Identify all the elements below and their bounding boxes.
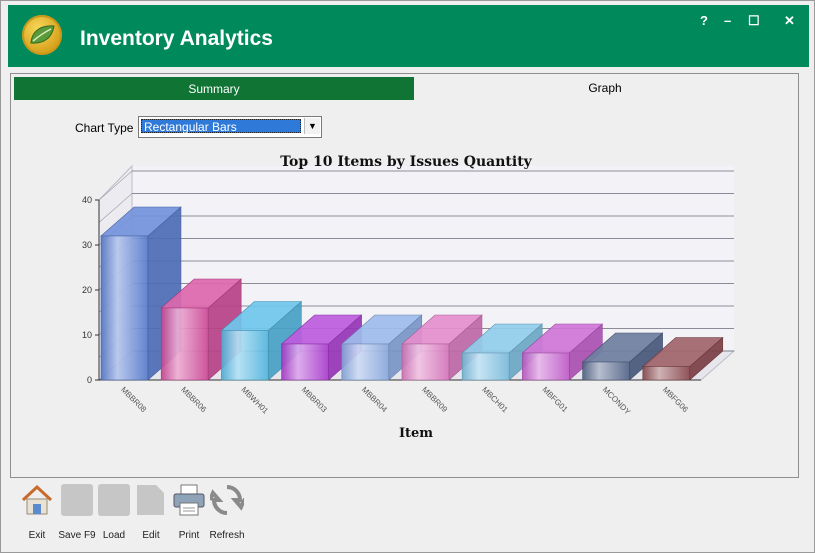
print-label: Print [178,530,200,541]
help-button[interactable]: ? [700,13,708,28]
title-bar: Inventory Analytics ? – ☐ ✕ [8,5,809,67]
x-tick-label: MBBR03 [300,385,329,414]
x-tick-label: MBBR06 [179,385,208,414]
home-icon [21,484,53,515]
x-tick-label: MBBR09 [420,385,449,414]
y-tick-label: 30 [82,240,92,250]
bar-front [461,352,510,381]
y-tick-label: 40 [82,195,92,205]
x-tick-label: MBWH01 [239,385,270,416]
x-tick-label: MBCH01 [480,385,510,415]
app-window: Inventory Analytics ? – ☐ ✕ Summary Grap… [0,0,815,553]
y-tick-label: 10 [82,330,92,340]
x-tick-label: MCONDY [601,385,633,417]
printer-icon [173,484,205,516]
load-label: Load [102,530,126,541]
bar-front [100,235,149,381]
refresh-icon [208,485,248,515]
bar-chart: 0 10 20 30 40 MBBR08 MBBR06 MBWH01 MBBR03 MBBR04 M… [82,154,736,441]
bar-front [522,352,570,381]
close-button[interactable]: ✕ [784,13,795,29]
x-tick-label: MBBR04 [360,385,389,414]
tab-container: Summary Graph Chart Type Rectangular Bar… [10,73,799,478]
y-tick-label: 20 [82,285,92,295]
x-tick-label: MBFG06 [661,385,690,414]
maximize-button[interactable]: ☐ [748,13,760,29]
exit-button[interactable]: Exit [16,483,58,541]
y-tick-label: 0 [87,375,92,385]
x-tick-label: MBBR08 [119,385,148,414]
load-icon [98,484,130,516]
exit-label: Exit [28,530,46,541]
edit-label: Edit [142,530,160,541]
load-button[interactable]: Load [93,483,135,541]
x-tick-label: MBFG01 [540,385,569,414]
app-title: Inventory Analytics [80,27,273,50]
refresh-button[interactable]: Refresh [206,483,248,541]
minimize-button[interactable]: – [724,13,731,28]
save-button[interactable]: Save F9 [56,483,98,541]
x-axis-label: Item [399,426,433,441]
edit-button[interactable]: Edit [130,483,172,541]
bar-front [160,307,209,381]
bar-front [582,361,630,381]
chart-title: Top 10 Items by Issues Quantity [280,154,532,170]
leaf-logo-icon [22,15,62,55]
bar-front [221,330,269,381]
print-button[interactable]: Print [168,483,210,541]
bar-front [401,343,450,381]
bar-front [341,343,390,381]
bar-front [281,343,329,381]
save-label: Save F9 [58,530,96,541]
save-icon [61,484,93,516]
bar-front [642,366,691,381]
refresh-label: Refresh [209,530,245,541]
edit-icon [137,485,164,515]
